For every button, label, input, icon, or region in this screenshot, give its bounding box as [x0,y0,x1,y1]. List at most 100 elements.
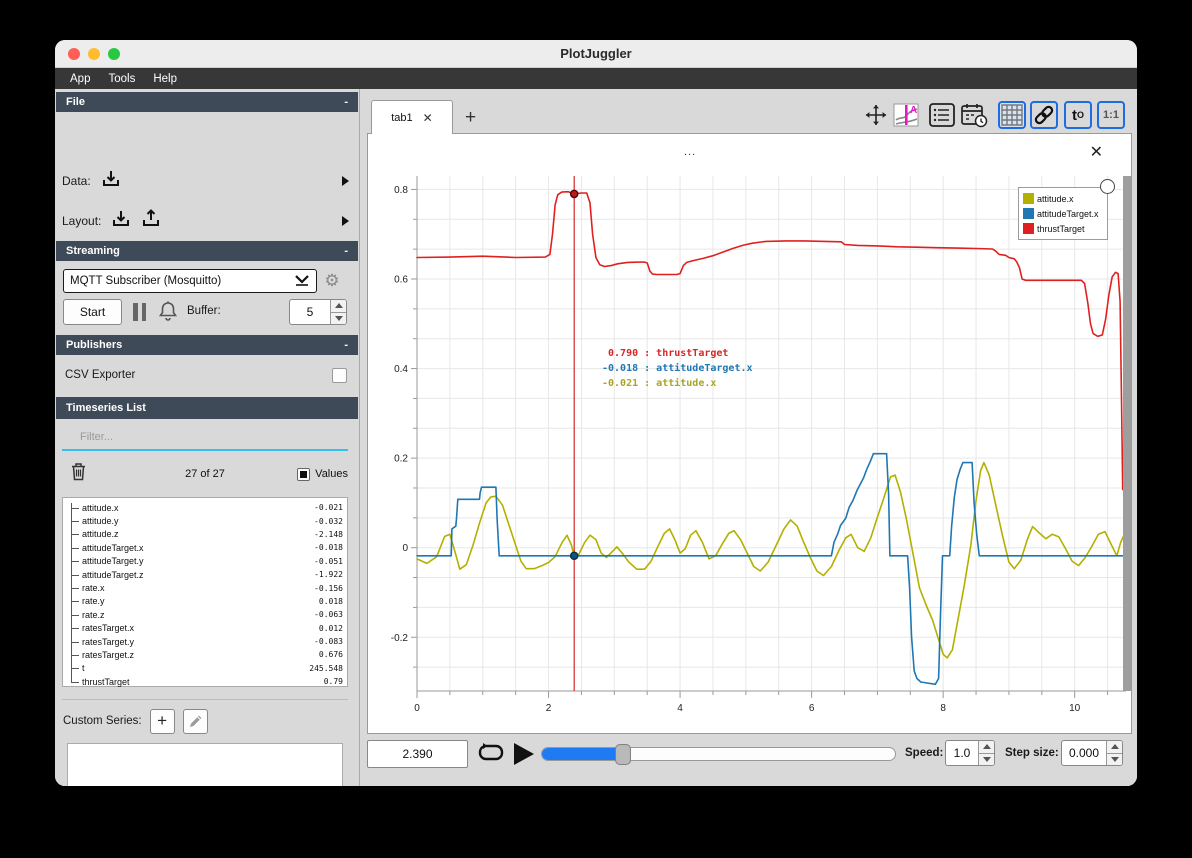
svg-text:4: 4 [677,703,683,714]
timeseries-item-name: rate.z [82,609,105,620]
menu-tools[interactable]: Tools [99,73,144,85]
tab-tab1[interactable]: tab1 ✕ [371,100,453,134]
legend-knob-icon[interactable] [1100,179,1115,194]
list-view-button[interactable] [928,101,956,129]
pan-zoom-button[interactable] [862,101,890,129]
timeseries-item[interactable]: attitudeTarget.y -0.051 [63,555,347,568]
timeseries-section-header[interactable]: Timeseries List [56,397,358,419]
new-tab-button[interactable]: + [465,107,476,129]
tracker-tooltip-line: -0.018 : attitudeTarget.x [602,363,753,374]
streaming-plugin-select[interactable]: MQTT Subscriber (Mosquitto) [63,269,317,293]
streaming-section-header[interactable]: Streaming - [56,241,358,261]
window-title: PlotJuggler [560,46,632,61]
loop-button[interactable] [477,741,505,772]
pause-icon[interactable] [133,303,149,321]
load-layout-icon[interactable] [111,209,131,234]
values-checkbox[interactable] [297,467,311,481]
menu-help[interactable]: Help [144,73,186,85]
svg-text:0.4: 0.4 [394,364,408,375]
svg-text:10: 10 [1069,703,1081,714]
timeseries-item-value: -0.156 [314,583,343,593]
legend-entry[interactable]: attitude.x [1023,191,1103,206]
legend-entry[interactable]: thrustTarget [1023,221,1103,236]
notifications-bell-icon[interactable] [158,300,178,327]
spin-down-icon[interactable] [1107,753,1122,765]
timeseries-item-name: attitudeTarget.z [82,569,144,580]
sidebar: File - Data: Layout: Streaming - MQTT Su… [55,89,360,786]
time-offset-button[interactable]: tO [1064,101,1092,129]
timeseries-item[interactable]: rate.x -0.156 [63,581,347,594]
timeseries-item[interactable]: attitudeTarget.x -0.018 [63,541,347,554]
legend-entry[interactable]: attitudeTarget.x [1023,206,1103,221]
add-custom-series-button[interactable]: + [149,708,175,734]
timeseries-item[interactable]: ratesTarget.x 0.012 [63,622,347,635]
zoom-window-button[interactable] [108,48,120,60]
csv-exporter-checkbox[interactable] [332,367,347,383]
tab-close-icon[interactable]: ✕ [423,111,433,125]
close-window-button[interactable] [68,48,80,60]
calendar-clock-icon [960,103,987,127]
custom-series-row: Custom Series: + [63,707,208,735]
link-axes-button[interactable] [1030,101,1058,129]
current-time-display[interactable]: 2.390 [367,740,468,768]
collapse-icon[interactable]: - [344,245,348,257]
svg-text:0: 0 [402,543,408,554]
time-slider[interactable] [541,744,896,765]
timeseries-item[interactable]: rate.y 0.018 [63,595,347,608]
timeseries-item[interactable]: rate.z -0.063 [63,608,347,621]
plot-edge-strip [1123,176,1131,691]
timeseries-item[interactable]: ratesTarget.z 0.676 [63,648,347,661]
custom-series-label: Custom Series: [63,715,142,727]
ratio-button[interactable]: 1:1 [1097,101,1125,129]
spin-up-icon[interactable] [979,741,994,754]
save-layout-icon[interactable] [141,208,161,234]
spin-up-icon[interactable] [1107,741,1122,754]
edit-custom-series-button[interactable] [182,708,208,734]
speed-spinbox[interactable]: 1.0 [945,740,995,766]
trash-icon[interactable] [70,462,87,486]
menu-app[interactable]: App [61,73,99,85]
timeseries-item[interactable]: attitude.z -2.148 [63,528,347,541]
custom-series-list[interactable] [67,743,343,786]
data-expand-arrow-icon[interactable] [342,176,349,186]
collapse-icon[interactable]: - [344,339,348,351]
timeseries-item[interactable]: thrustTarget 0.79 [63,675,347,688]
svg-text:0: 0 [414,703,420,714]
spin-up-icon[interactable] [331,300,346,313]
svg-text:0.8: 0.8 [394,185,408,196]
timeseries-item-value: -0.021 [314,503,343,513]
timeseries-item-value: 245.548 [309,663,343,673]
date-time-button[interactable] [960,101,988,129]
gear-icon[interactable]: ⚙ [321,270,343,292]
play-button[interactable] [514,743,534,765]
spin-down-icon[interactable] [331,312,346,324]
slider-handle[interactable] [615,744,632,765]
timeseries-item[interactable]: attitude.x -0.021 [63,501,347,514]
start-streaming-button[interactable]: Start [63,299,122,325]
svg-text:6: 6 [809,703,815,714]
layout-expand-arrow-icon[interactable] [342,216,349,226]
spin-down-icon[interactable] [979,753,994,765]
svg-text:A: A [910,105,917,116]
collapse-icon[interactable]: - [344,96,348,108]
timeseries-item-name: thrustTarget [82,676,130,687]
layout-label: Layout: [62,214,102,228]
timeseries-item[interactable]: t 245.548 [63,662,347,675]
minimize-window-button[interactable] [88,48,100,60]
timeseries-item-value: -1.922 [314,570,343,580]
step-size-spinbox[interactable]: 0.000 [1061,740,1123,766]
buffer-spinbox[interactable]: 5 [289,299,347,325]
timeseries-item[interactable]: attitudeTarget.z -1.922 [63,568,347,581]
load-data-icon[interactable] [101,169,121,194]
edit-curves-button[interactable]: A [892,101,920,129]
grid-layout-button[interactable] [998,101,1026,129]
timeseries-filter-input[interactable]: Filter... [62,425,348,451]
publishers-section-header[interactable]: Publishers - [56,335,358,355]
values-toggle[interactable]: Values [297,467,348,481]
timeseries-item[interactable]: attitude.y -0.032 [63,514,347,527]
buffer-label: Buffer: [187,305,221,317]
timeseries-item[interactable]: ratesTarget.y -0.083 [63,635,347,648]
plot-legend[interactable]: attitude.x attitudeTarget.x thrustTarget [1018,187,1108,240]
timeseries-item-value: -0.083 [314,637,343,647]
file-section-header[interactable]: File - [56,92,358,112]
